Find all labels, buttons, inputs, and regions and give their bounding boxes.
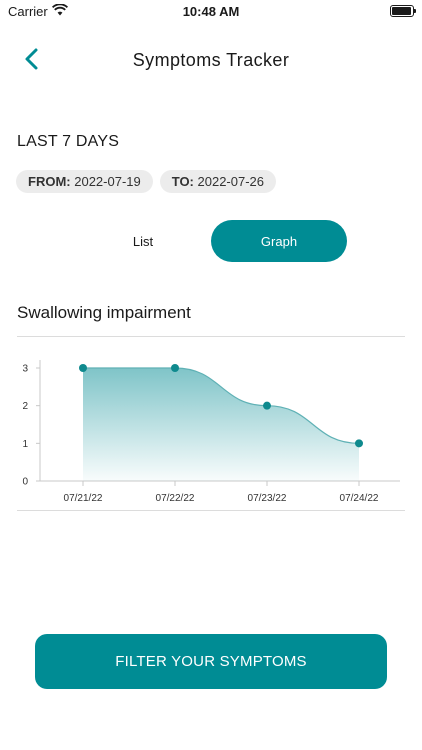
data-point: [355, 439, 363, 448]
date-range: FROM: 2022-07-19 TO: 2022-07-26: [16, 170, 277, 193]
symptom-title: Swallowing impairment: [17, 303, 191, 322]
battery-icon: [390, 5, 416, 17]
to-value: 2022-07-26: [197, 174, 265, 189]
y-tick-label: 1: [22, 439, 28, 450]
y-tick-label: 3: [22, 364, 28, 375]
status-bar: Carrier 10:48 AM: [0, 0, 422, 24]
y-tick-label: 0: [22, 477, 28, 488]
from-value: 2022-07-19: [74, 174, 141, 189]
tab-graph[interactable]: Graph: [211, 220, 347, 262]
from-label: FROM:: [28, 174, 71, 189]
data-point: [171, 364, 179, 372]
tab-list[interactable]: List: [75, 220, 211, 262]
y-tick-label: 2: [22, 401, 28, 412]
page-title: Symptoms Tracker: [132, 50, 290, 70]
data-point: [263, 401, 271, 410]
from-date-chip[interactable]: FROM: 2022-07-19: [16, 170, 153, 193]
x-tick-label: 07/23/22: [248, 493, 287, 504]
data-point: [79, 364, 87, 372]
to-label: TO:: [171, 174, 194, 189]
clock: 10:48 AM: [182, 4, 240, 19]
divider: [17, 510, 405, 511]
divider: [17, 336, 405, 337]
x-tick-label: 07/24/22: [340, 493, 379, 504]
x-tick-label: 07/21/22: [64, 493, 103, 504]
period-title: LAST 7 DAYS: [17, 133, 120, 150]
area-fill: [83, 368, 359, 481]
filter-symptoms-button[interactable]: FILTER YOUR SYMPTOMS: [35, 634, 387, 689]
symptom-chart: 0 1 2 3 07/21/22 07/22/22 07/23/22 07/24/22: [22, 360, 400, 504]
x-tick-label: 07/22/22: [156, 493, 195, 504]
view-toggle: List Graph: [75, 220, 347, 262]
to-date-chip[interactable]: TO: 2022-07-26: [159, 170, 277, 193]
